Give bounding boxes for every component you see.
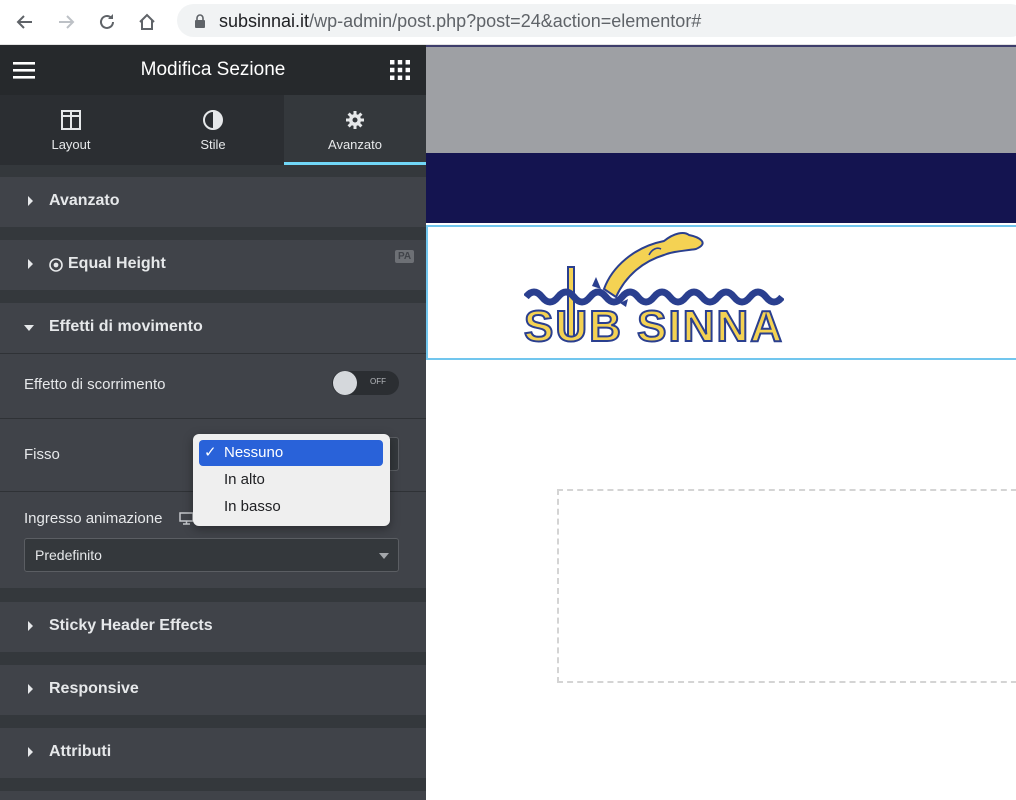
tab-layout[interactable]: Layout (0, 95, 142, 165)
tab-avanzato[interactable]: Avanzato (284, 95, 426, 165)
toggle-knob (333, 371, 357, 395)
option-in-basso-label: In basso (224, 498, 281, 515)
tab-avanzato-label: Avanzato (328, 137, 382, 152)
entrance-animation-value: Predefinito (35, 547, 102, 563)
tab-stile[interactable]: Stile (142, 95, 284, 165)
forward-button[interactable] (53, 9, 79, 35)
section-equal-height[interactable]: Equal Height PA (0, 240, 426, 290)
panel-tabs: Layout Stile Avanzato (0, 95, 426, 165)
section-responsive-head[interactable]: Responsive (0, 665, 426, 715)
url-host: subsinnai.it (219, 11, 310, 31)
caret-right-icon (28, 747, 33, 757)
reload-icon (100, 14, 114, 29)
scroll-effect-label: Effetto di scorrimento (24, 376, 166, 393)
contrast-icon (203, 110, 223, 130)
fixed-dropdown-menu: ✓ Nessuno In alto In basso (193, 434, 390, 526)
scroll-effect-row: Effetto di scorrimento OFF (0, 353, 426, 418)
caret-right-icon (28, 259, 33, 269)
scroll-effect-toggle[interactable]: OFF (332, 371, 399, 395)
url-text: subsinnai.it/wp-admin/post.php?post=24&a… (219, 11, 701, 32)
home-icon (139, 13, 155, 30)
section-sticky-title: Sticky Header Effects (49, 617, 213, 634)
editor-panel: Modifica Sezione Layout Stile Avanzato A… (0, 45, 426, 800)
tab-layout-label: Layout (51, 137, 91, 152)
caret-down-icon (24, 325, 34, 331)
caret-right-icon (28, 196, 33, 206)
section-sticky-head[interactable]: Sticky Header Effects (0, 602, 426, 652)
gray-header-band[interactable] (426, 45, 1016, 153)
lock-icon (195, 14, 205, 28)
address-bar[interactable]: subsinnai.it/wp-admin/post.php?post=24&a… (177, 4, 1016, 37)
panel-header: Modifica Sezione (0, 45, 426, 95)
gear-icon (346, 111, 364, 129)
entrance-animation-select[interactable]: Predefinito (24, 538, 399, 572)
option-in-alto-label: In alto (224, 471, 265, 488)
navy-band[interactable] (426, 153, 1016, 223)
desktop-icon[interactable] (179, 512, 194, 525)
logo-wordmark: SUB SINNAI (524, 302, 784, 351)
caret-right-icon (28, 621, 33, 631)
reload-button[interactable] (94, 9, 120, 35)
option-nessuno-label: Nessuno (224, 444, 284, 461)
premium-addons-icon (49, 258, 63, 272)
fixed-label: Fisso (24, 446, 60, 463)
sub-sinnai-logo: SUB SINNAI (524, 232, 784, 352)
caret-right-icon (28, 684, 33, 694)
section-equal-height-head[interactable]: Equal Height PA (0, 240, 426, 290)
section-attributi[interactable]: Attributi (0, 728, 426, 778)
section-next-partial (0, 791, 426, 800)
section-attributi-title: Attributi (49, 743, 112, 760)
option-in-alto[interactable]: In alto (199, 467, 383, 493)
section-effetti-head[interactable]: Effetti di movimento (0, 303, 426, 353)
section-attributi-head[interactable]: Attributi (0, 728, 426, 778)
section-equal-height-title: Equal Height (68, 255, 166, 272)
section-effetti-title: Effetti di movimento (49, 318, 203, 335)
arrow-left-icon (16, 15, 32, 29)
entrance-animation-label: Ingresso animazione (24, 510, 163, 527)
empty-section-placeholder[interactable] (557, 489, 1016, 683)
tab-stile-label: Stile (200, 137, 226, 152)
url-path: /wp-admin/post.php?post=24&action=elemen… (309, 11, 702, 31)
chevron-down-icon (379, 553, 389, 559)
section-avanzato-head[interactable]: Avanzato (0, 177, 426, 227)
panel-title: Modifica Sezione (140, 59, 286, 80)
section-responsive-title: Responsive (49, 680, 139, 697)
option-nessuno[interactable]: ✓ Nessuno (199, 440, 383, 466)
section-responsive[interactable]: Responsive (0, 665, 426, 715)
section-avanzato-title: Avanzato (49, 192, 120, 209)
back-button[interactable] (12, 9, 38, 35)
home-button[interactable] (134, 9, 160, 35)
section-avanzato[interactable]: Avanzato (0, 177, 426, 227)
logo-section[interactable]: SUB SINNAI (426, 225, 1016, 360)
option-in-basso[interactable]: In basso (199, 494, 383, 520)
section-sticky-header[interactable]: Sticky Header Effects (0, 602, 426, 652)
pa-badge: PA (395, 250, 415, 263)
preview-canvas: SUB SINNAI (426, 45, 1016, 800)
layout-icon (61, 110, 81, 130)
arrow-right-icon (59, 15, 75, 29)
checkmark-icon: ✓ (204, 444, 217, 461)
toggle-off-text: OFF (370, 377, 386, 386)
widgets-grid-icon[interactable] (390, 60, 410, 80)
browser-toolbar: subsinnai.it/wp-admin/post.php?post=24&a… (0, 0, 1016, 45)
